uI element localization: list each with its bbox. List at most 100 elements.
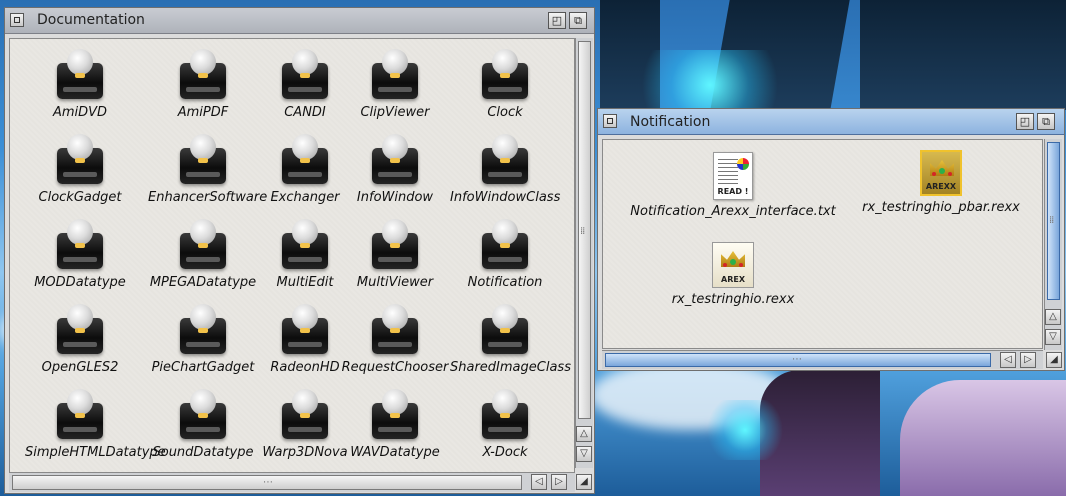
vertical-scrollbar[interactable]: ⁞⁞ △ ▽ <box>1044 139 1062 350</box>
drawer-icon-image <box>179 304 227 356</box>
icon-label: Notification_Arexx_interface.txt <box>630 204 836 219</box>
icon-label: ClipViewer <box>360 105 430 120</box>
drawer-icon-image <box>281 219 329 271</box>
icon-label: PieChartGadget <box>151 360 255 375</box>
drawer-icon-image <box>371 49 419 101</box>
icon-label: X-Dock <box>482 445 528 460</box>
vertical-scrollbar[interactable]: ⁞⁞ △ ▽ <box>575 38 593 468</box>
drawer-icon-image <box>281 304 329 356</box>
drawer-icon[interactable]: WAVDatatype <box>340 389 450 460</box>
close-icon[interactable] <box>603 114 617 128</box>
drawer-icon-image <box>179 219 227 271</box>
icon-label: Clock <box>487 105 523 120</box>
drawer-icon-image <box>56 219 104 271</box>
drawer-icon[interactable]: InfoWindowClass <box>450 134 560 205</box>
drawer-icon[interactable]: X-Dock <box>450 389 560 460</box>
horizontal-scrollbar[interactable]: ⋯ ◁ ▷ <box>602 350 1043 369</box>
scroll-down-icon[interactable]: ▽ <box>576 446 592 462</box>
file-icon[interactable]: READ ! Notification_Arexx_interface.txt <box>623 152 843 219</box>
icon-area: AmiDVD AmiPDF CANDI ClipViewer Clock ClockGad… <box>9 38 575 474</box>
icon-label: AmiPDF <box>177 105 229 120</box>
scroll-right-icon[interactable]: ▷ <box>551 474 567 490</box>
notification-window: Notification ◰ ⧉ READ ! Notification_Arex… <box>597 108 1065 371</box>
drawer-icon[interactable]: RequestChooser <box>340 304 450 375</box>
drawer-icon-image <box>179 389 227 441</box>
horizontal-scrollbar[interactable]: ⋯ ◁ ▷ <box>9 472 575 492</box>
window-titlebar[interactable]: Notification ◰ ⧉ <box>598 109 1064 135</box>
drawer-icon[interactable]: Notification <box>450 219 560 290</box>
drawer-icon-image <box>481 389 529 441</box>
drawer-icon-image <box>56 49 104 101</box>
depth-icon[interactable]: ⧉ <box>1037 113 1055 130</box>
icon-label: MODDatatype <box>34 275 126 290</box>
scroll-down-icon[interactable]: ▽ <box>1045 329 1061 345</box>
icon-label: EnhancerSoftware <box>148 190 268 205</box>
drawer-icon-image <box>371 389 419 441</box>
icon-label: OpenGLES2 <box>41 360 119 375</box>
documentation-window: Documentation ◰ ⧉ AmiDVD AmiPDF CANDI ClipV… <box>4 7 595 494</box>
drawer-icon[interactable]: MODDatatype <box>25 219 135 290</box>
grip-icon: ⁞⁞ <box>580 226 585 237</box>
scroll-left-icon[interactable]: ◁ <box>531 474 547 490</box>
iconify-icon[interactable]: ◰ <box>1016 113 1034 130</box>
drawer-icon-image <box>371 134 419 186</box>
drawer-icon[interactable]: OpenGLES2 <box>25 304 135 375</box>
depth-icon[interactable]: ⧉ <box>569 12 587 29</box>
drawer-icon-image <box>179 134 227 186</box>
drawer-icon-image <box>281 389 329 441</box>
icon-area: READ ! Notification_Arexx_interface.txt AR… <box>602 139 1043 349</box>
scroll-left-icon[interactable]: ◁ <box>1000 352 1016 368</box>
drawer-icon[interactable]: PieChartGadget <box>148 304 258 375</box>
drawer-icon-image <box>481 49 529 101</box>
icon-label: MultiViewer <box>356 275 434 290</box>
icon-label: SimpleHTMLDatatype <box>25 445 166 460</box>
icon-label: WAVDatatype <box>350 445 440 460</box>
drawer-icon[interactable]: EnhancerSoftware <box>148 134 268 205</box>
window-title: Notification <box>630 114 711 130</box>
drawer-icon-image <box>56 304 104 356</box>
readme-doc-icon: READ ! <box>713 152 753 200</box>
scroll-right-icon[interactable]: ▷ <box>1020 352 1036 368</box>
icon-label: InfoWindowClass <box>450 190 561 205</box>
resize-icon[interactable]: ◢ <box>576 474 592 490</box>
drawer-icon-image <box>371 304 419 356</box>
icon-label: SoundDatatype <box>152 445 254 460</box>
drawer-icon[interactable]: SharedImageClass <box>450 304 571 375</box>
drawer-icon[interactable]: ClockGadget <box>25 134 135 205</box>
file-icon[interactable]: AREXX rx_testringhio_pbar.rexx <box>841 150 1041 215</box>
icon-label: SharedImageClass <box>450 360 571 375</box>
drawer-icon[interactable]: SimpleHTMLDatatype <box>25 389 166 460</box>
close-icon[interactable] <box>10 13 24 27</box>
drawer-icon[interactable]: SoundDatatype <box>148 389 258 460</box>
drawer-icon[interactable]: InfoWindow <box>340 134 450 205</box>
resize-icon[interactable]: ◢ <box>1046 352 1062 368</box>
drawer-icon[interactable]: MPEGADatatype <box>148 219 258 290</box>
icon-label: InfoWindow <box>356 190 434 205</box>
drawer-icon-image <box>481 219 529 271</box>
icon-label: rx_testringhio_pbar.rexx <box>862 200 1020 215</box>
icon-label: rx_testringhio.rexx <box>671 292 795 307</box>
icon-label: ClockGadget <box>38 190 122 205</box>
icon-label: RequestChooser <box>341 360 449 375</box>
window-titlebar[interactable]: Documentation ◰ ⧉ <box>5 8 594 34</box>
drawer-icon[interactable]: MultiViewer <box>340 219 450 290</box>
drawer-icon[interactable]: AmiDVD <box>25 49 135 120</box>
drawer-icon[interactable]: ClipViewer <box>340 49 450 120</box>
drawer-icon-image <box>179 49 227 101</box>
drawer-icon-image <box>481 134 529 186</box>
drawer-icon-image <box>371 219 419 271</box>
drawer-icon-image <box>281 134 329 186</box>
arexx-script-icon: AREXX <box>920 150 962 196</box>
scroll-up-icon[interactable]: △ <box>1045 309 1061 325</box>
drawer-icon-image <box>281 49 329 101</box>
iconify-icon[interactable]: ◰ <box>548 12 566 29</box>
icon-label: AmiDVD <box>52 105 108 120</box>
drawer-icon[interactable]: Clock <box>450 49 560 120</box>
window-title: Documentation <box>37 12 145 28</box>
drawer-icon[interactable]: AmiPDF <box>148 49 258 120</box>
drawer-icon-image <box>481 304 529 356</box>
grip-icon: ⋯ <box>792 354 802 365</box>
file-icon[interactable]: AREX rx_testringhio.rexx <box>663 242 803 307</box>
grip-icon: ⁞⁞ <box>1049 215 1054 226</box>
scroll-up-icon[interactable]: △ <box>576 426 592 442</box>
